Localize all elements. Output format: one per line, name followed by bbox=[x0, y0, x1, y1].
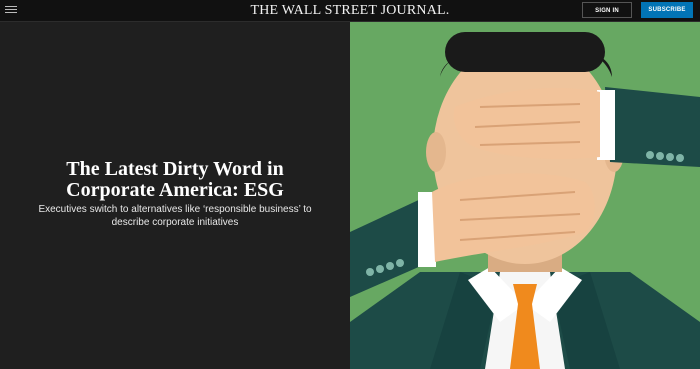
article-dek: Executives switch to alternatives like ‘… bbox=[38, 204, 312, 228]
article-headline[interactable]: The Latest Dirty Word in Corporate Ameri… bbox=[20, 159, 330, 201]
top-navigation-bar: THE WALL STREET JOURNAL. SIGN IN SUBSCRI… bbox=[0, 0, 700, 22]
article-hero-text-panel: The Latest Dirty Word in Corporate Ameri… bbox=[0, 22, 350, 369]
hero-illustration bbox=[350, 22, 700, 369]
sign-in-button[interactable]: SIGN IN bbox=[582, 2, 632, 18]
subscribe-button[interactable]: SUBSCRIBE bbox=[641, 2, 693, 18]
hamburger-menu-icon[interactable] bbox=[5, 4, 17, 16]
